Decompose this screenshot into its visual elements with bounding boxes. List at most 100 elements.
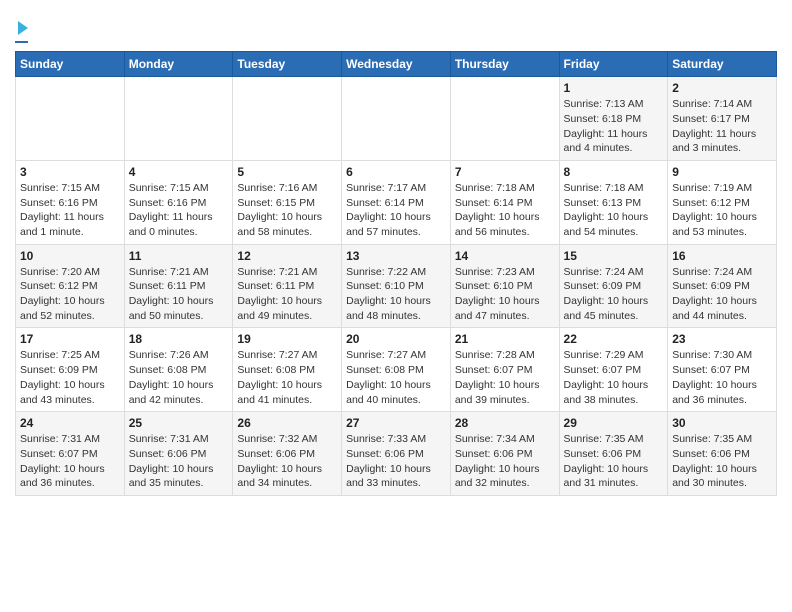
calendar-cell: 26 Sunrise: 7:32 AM Sunset: 6:06 PM Dayli… [233,412,342,496]
day-number: 4 [129,165,229,179]
day-number: 14 [455,249,555,263]
day-info: Sunrise: 7:23 AM Sunset: 6:10 PM Dayligh… [455,265,555,324]
page-header [15,10,777,43]
day-info: Sunrise: 7:26 AM Sunset: 6:08 PM Dayligh… [129,348,229,407]
calendar-cell: 24 Sunrise: 7:31 AM Sunset: 6:07 PM Dayli… [16,412,125,496]
day-info: Sunrise: 7:18 AM Sunset: 6:14 PM Dayligh… [455,181,555,240]
calendar-cell: 3 Sunrise: 7:15 AM Sunset: 6:16 PM Daylig… [16,160,125,244]
day-number: 25 [129,416,229,430]
calendar-table: SundayMondayTuesdayWednesdayThursdayFrid… [15,51,777,496]
calendar-cell: 20 Sunrise: 7:27 AM Sunset: 6:08 PM Dayli… [342,328,451,412]
day-info: Sunrise: 7:16 AM Sunset: 6:15 PM Dayligh… [237,181,337,240]
day-number: 2 [672,81,772,95]
day-number: 20 [346,332,446,346]
calendar-cell [124,77,233,161]
day-info: Sunrise: 7:19 AM Sunset: 6:12 PM Dayligh… [672,181,772,240]
day-info: Sunrise: 7:30 AM Sunset: 6:07 PM Dayligh… [672,348,772,407]
calendar-cell: 19 Sunrise: 7:27 AM Sunset: 6:08 PM Dayli… [233,328,342,412]
day-number: 8 [564,165,664,179]
day-number: 11 [129,249,229,263]
day-info: Sunrise: 7:35 AM Sunset: 6:06 PM Dayligh… [564,432,664,491]
day-info: Sunrise: 7:17 AM Sunset: 6:14 PM Dayligh… [346,181,446,240]
day-number: 9 [672,165,772,179]
weekday-header: Thursday [450,52,559,77]
day-number: 1 [564,81,664,95]
day-number: 27 [346,416,446,430]
day-info: Sunrise: 7:28 AM Sunset: 6:07 PM Dayligh… [455,348,555,407]
calendar-week-row: 17Sunrise: 7:25 AM Sunset: 6:09 PM Dayli… [16,328,777,412]
day-info: Sunrise: 7:15 AM Sunset: 6:16 PM Dayligh… [129,181,229,240]
day-number: 16 [672,249,772,263]
day-number: 5 [237,165,337,179]
calendar-cell: 30 Sunrise: 7:35 AM Sunset: 6:06 PM Dayli… [668,412,777,496]
day-number: 18 [129,332,229,346]
day-number: 12 [237,249,337,263]
calendar-cell: 1 Sunrise: 7:13 AM Sunset: 6:18 PM Daylig… [559,77,668,161]
calendar-cell: 28 Sunrise: 7:34 AM Sunset: 6:06 PM Dayli… [450,412,559,496]
calendar-cell: 5 Sunrise: 7:16 AM Sunset: 6:15 PM Daylig… [233,160,342,244]
calendar-cell: 14 Sunrise: 7:23 AM Sunset: 6:10 PM Dayli… [450,244,559,328]
calendar-cell [450,77,559,161]
day-info: Sunrise: 7:24 AM Sunset: 6:09 PM Dayligh… [564,265,664,324]
calendar-cell: 22 Sunrise: 7:29 AM Sunset: 6:07 PM Dayli… [559,328,668,412]
day-info: Sunrise: 7:35 AM Sunset: 6:06 PM Dayligh… [672,432,772,491]
day-info: Sunrise: 7:29 AM Sunset: 6:07 PM Dayligh… [564,348,664,407]
calendar-cell: 23 Sunrise: 7:30 AM Sunset: 6:07 PM Dayli… [668,328,777,412]
weekday-header: Monday [124,52,233,77]
day-info: Sunrise: 7:13 AM Sunset: 6:18 PM Dayligh… [564,97,664,156]
weekday-header: Friday [559,52,668,77]
day-info: Sunrise: 7:34 AM Sunset: 6:06 PM Dayligh… [455,432,555,491]
calendar-week-row: 10 Sunrise: 7:20 AM Sunset: 6:12 PM Dayli… [16,244,777,328]
day-number: 26 [237,416,337,430]
day-info: Sunrise: 7:21 AM Sunset: 6:11 PM Dayligh… [237,265,337,324]
calendar-cell: 6Sunrise: 7:17 AM Sunset: 6:14 PM Daylig… [342,160,451,244]
logo [15,15,28,43]
calendar-cell: 15 Sunrise: 7:24 AM Sunset: 6:09 PM Dayli… [559,244,668,328]
day-info: Sunrise: 7:27 AM Sunset: 6:08 PM Dayligh… [346,348,446,407]
calendar-header-row: SundayMondayTuesdayWednesdayThursdayFrid… [16,52,777,77]
calendar-cell: 25Sunrise: 7:31 AM Sunset: 6:06 PM Dayli… [124,412,233,496]
day-number: 29 [564,416,664,430]
day-number: 28 [455,416,555,430]
calendar-cell: 17Sunrise: 7:25 AM Sunset: 6:09 PM Dayli… [16,328,125,412]
calendar-week-row: 24 Sunrise: 7:31 AM Sunset: 6:07 PM Dayli… [16,412,777,496]
day-number: 23 [672,332,772,346]
day-number: 13 [346,249,446,263]
weekday-header: Tuesday [233,52,342,77]
day-number: 22 [564,332,664,346]
calendar-cell: 9 Sunrise: 7:19 AM Sunset: 6:12 PM Daylig… [668,160,777,244]
calendar-cell: 12 Sunrise: 7:21 AM Sunset: 6:11 PM Dayli… [233,244,342,328]
calendar-cell: 11Sunrise: 7:21 AM Sunset: 6:11 PM Dayli… [124,244,233,328]
day-info: Sunrise: 7:31 AM Sunset: 6:07 PM Dayligh… [20,432,120,491]
weekday-header: Saturday [668,52,777,77]
day-info: Sunrise: 7:22 AM Sunset: 6:10 PM Dayligh… [346,265,446,324]
calendar-week-row: 1 Sunrise: 7:13 AM Sunset: 6:18 PM Daylig… [16,77,777,161]
weekday-header: Wednesday [342,52,451,77]
calendar-cell: 8Sunrise: 7:18 AM Sunset: 6:13 PM Daylig… [559,160,668,244]
day-number: 19 [237,332,337,346]
day-number: 3 [20,165,120,179]
day-info: Sunrise: 7:14 AM Sunset: 6:17 PM Dayligh… [672,97,772,156]
calendar-cell: 4 Sunrise: 7:15 AM Sunset: 6:16 PM Daylig… [124,160,233,244]
day-info: Sunrise: 7:24 AM Sunset: 6:09 PM Dayligh… [672,265,772,324]
calendar-cell: 2 Sunrise: 7:14 AM Sunset: 6:17 PM Daylig… [668,77,777,161]
day-info: Sunrise: 7:27 AM Sunset: 6:08 PM Dayligh… [237,348,337,407]
day-number: 24 [20,416,120,430]
day-info: Sunrise: 7:15 AM Sunset: 6:16 PM Dayligh… [20,181,120,240]
calendar-cell: 29 Sunrise: 7:35 AM Sunset: 6:06 PM Dayli… [559,412,668,496]
calendar-cell [16,77,125,161]
day-number: 30 [672,416,772,430]
calendar-cell: 21Sunrise: 7:28 AM Sunset: 6:07 PM Dayli… [450,328,559,412]
calendar-cell: 16 Sunrise: 7:24 AM Sunset: 6:09 PM Dayli… [668,244,777,328]
calendar-cell: 27 Sunrise: 7:33 AM Sunset: 6:06 PM Dayli… [342,412,451,496]
calendar-cell: 13 Sunrise: 7:22 AM Sunset: 6:10 PM Dayli… [342,244,451,328]
day-info: Sunrise: 7:32 AM Sunset: 6:06 PM Dayligh… [237,432,337,491]
day-number: 10 [20,249,120,263]
day-info: Sunrise: 7:20 AM Sunset: 6:12 PM Dayligh… [20,265,120,324]
calendar-cell [342,77,451,161]
calendar-cell: 10 Sunrise: 7:20 AM Sunset: 6:12 PM Dayli… [16,244,125,328]
day-number: 15 [564,249,664,263]
day-info: Sunrise: 7:33 AM Sunset: 6:06 PM Dayligh… [346,432,446,491]
day-info: Sunrise: 7:25 AM Sunset: 6:09 PM Dayligh… [20,348,120,407]
calendar-week-row: 3 Sunrise: 7:15 AM Sunset: 6:16 PM Daylig… [16,160,777,244]
